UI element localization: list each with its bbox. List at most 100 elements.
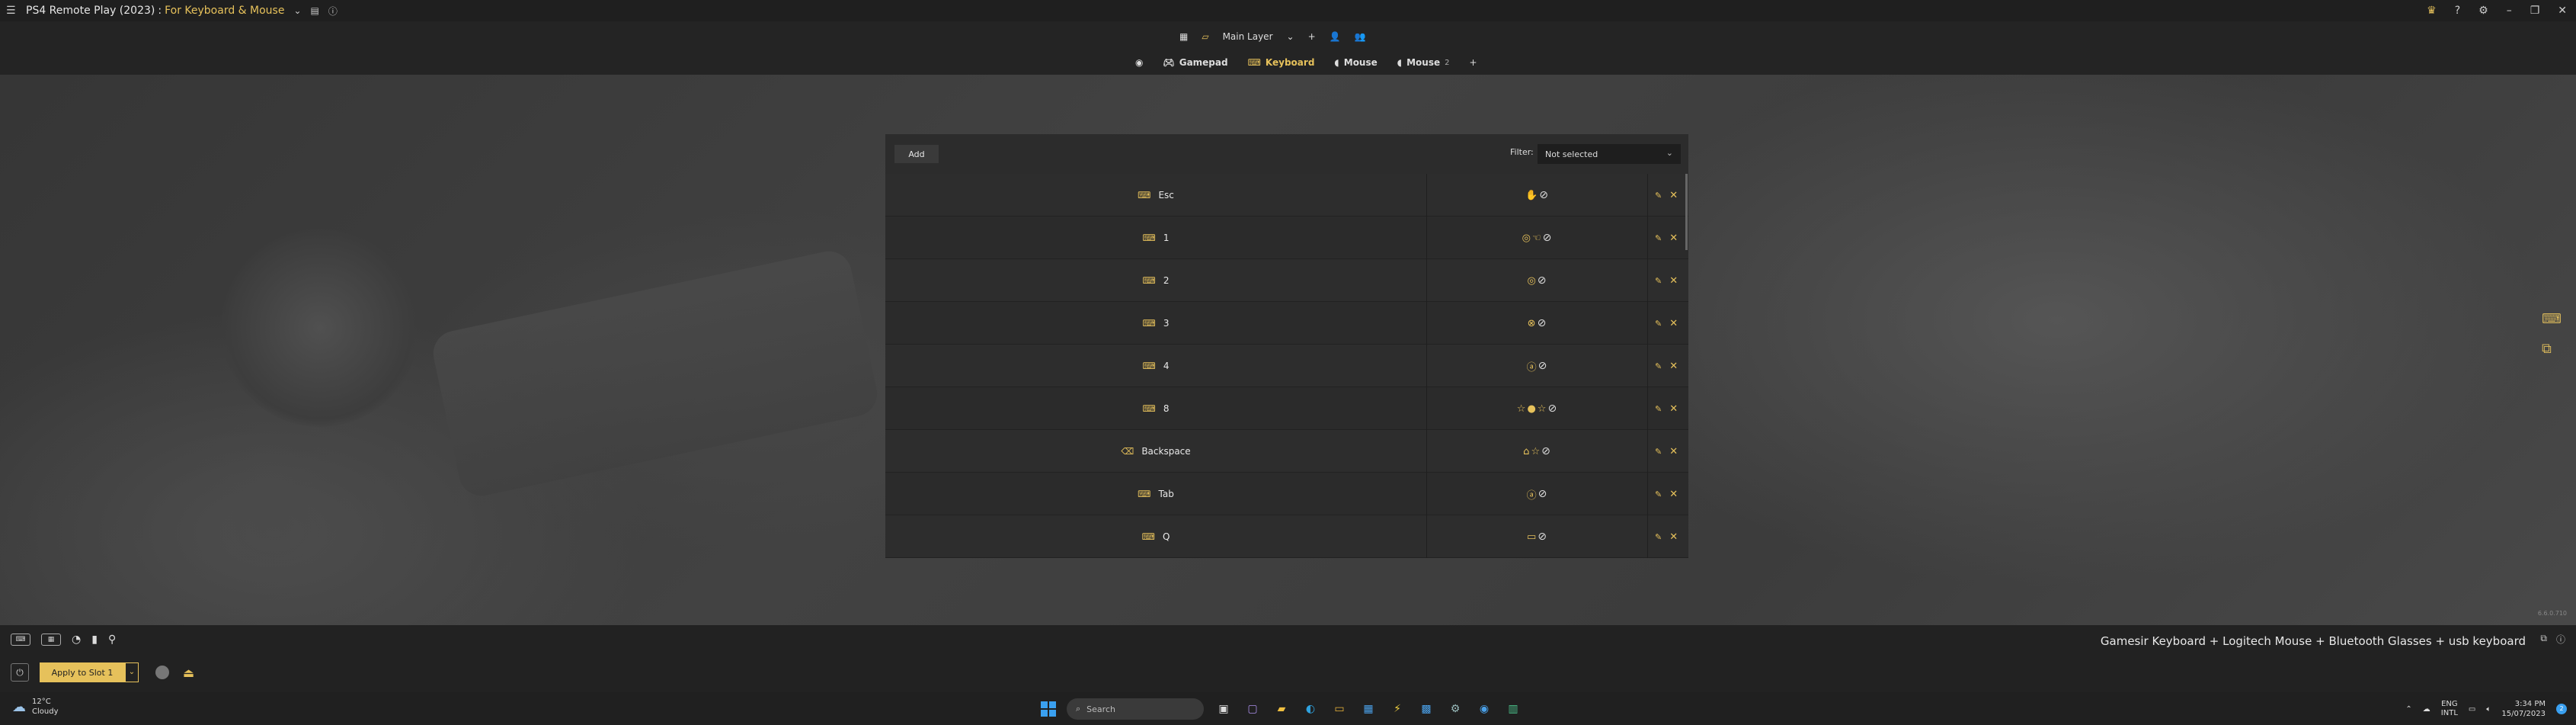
taskbar-search[interactable]: ⌕ Search	[1067, 698, 1204, 720]
tab-mouse[interactable]: ◖ Mouse	[1334, 57, 1377, 68]
remote-play-app-icon[interactable]: ▥	[1504, 700, 1522, 718]
delete-icon[interactable]: ✕	[1669, 233, 1678, 244]
table-row[interactable]: ⌨ Q ▭ ⊘ ✎ ✕	[885, 515, 1688, 558]
photoshop-icon[interactable]: ▩	[1417, 700, 1435, 718]
delete-icon[interactable]: ✕	[1669, 489, 1678, 500]
add-layer-button[interactable]: +	[1308, 31, 1316, 42]
edit-icon[interactable]: ✎	[1655, 489, 1662, 499]
chat-icon[interactable]: ▢	[1243, 700, 1262, 718]
maximize-icon[interactable]: ❐	[2530, 5, 2540, 17]
steam-icon[interactable]: ◉	[1475, 700, 1493, 718]
delete-icon[interactable]: ✕	[1669, 275, 1678, 287]
keyboard-overlay-icon[interactable]: ⌨	[2542, 311, 2562, 327]
scrollbar[interactable]	[1685, 174, 1688, 250]
chevron-up-icon[interactable]: ⌃	[2405, 705, 2411, 714]
edit-icon[interactable]: ✎	[1655, 532, 1662, 542]
tab-mouse-2[interactable]: ◖ Mouse 2	[1397, 57, 1450, 68]
delete-icon[interactable]: ✕	[1669, 531, 1678, 543]
source-key: ⌨ 2	[885, 259, 1426, 302]
chevron-down-icon[interactable]: ⌄	[1287, 31, 1294, 42]
pin-icon[interactable]: ▮	[91, 634, 98, 646]
weather-widget[interactable]: ☁ 12°C Cloudy	[12, 697, 58, 717]
mapping-list: ⌨ Esc ✋ ⊘ ✎ ✕ ⌨ 1 ◎ ☜ ⊘ ✎ ✕ ⌨ 2 ◎ ⊘ ✎ ✕ …	[885, 174, 1688, 558]
version-label: 6.6.0.710	[2537, 610, 2567, 617]
table-row[interactable]: ⌨ 1 ◎ ☜ ⊘ ✎ ✕	[885, 217, 1688, 259]
edit-icon[interactable]: ✎	[1655, 191, 1662, 200]
layer-name[interactable]: Main Layer	[1223, 31, 1273, 42]
table-row[interactable]: ⌨ 3 ⊗ ⊘ ✎ ✕	[885, 302, 1688, 345]
column-divider	[1647, 430, 1648, 473]
tab-gamepad[interactable]: 🎮︎ Gamepad	[1163, 57, 1227, 68]
config-list-icon[interactable]: ▤	[311, 5, 319, 16]
playstation-icon[interactable]: ⏏	[183, 666, 194, 680]
chevron-down-icon[interactable]: ⌄	[125, 662, 139, 682]
filter-select[interactable]: Not selected ⌄	[1538, 144, 1681, 164]
task-view-icon[interactable]: ▣	[1214, 700, 1233, 718]
cloud-tray-icon[interactable]: ☁	[2423, 705, 2430, 714]
speedometer-icon[interactable]: ◔	[72, 634, 81, 646]
delete-icon[interactable]: ✕	[1669, 361, 1678, 372]
table-row[interactable]: ⌨ Tab ⓐ ⊘ ✎ ✕	[885, 473, 1688, 515]
table-row[interactable]: ⌨ Esc ✋ ⊘ ✎ ✕	[885, 174, 1688, 217]
edit-icon[interactable]: ✎	[1655, 404, 1662, 414]
hamburger-icon[interactable]: ☰	[6, 5, 17, 17]
user-add-icon[interactable]: 👥	[1355, 31, 1366, 42]
grid-icon[interactable]: ▦	[1179, 31, 1188, 42]
file-explorer-icon[interactable]: ▰	[1272, 700, 1291, 718]
settings-app-icon[interactable]: ⚙	[1446, 700, 1464, 718]
layer-controls: ▦ ▱ Main Layer ⌄ + 👤 👥	[1179, 27, 1366, 46]
delete-icon[interactable]: ✕	[1669, 190, 1678, 201]
power-icon[interactable]: ⏻	[11, 663, 29, 682]
delete-icon[interactable]: ✕	[1669, 446, 1678, 457]
user-icon[interactable]: 👤	[1330, 31, 1341, 42]
windows-start-icon[interactable]	[1041, 701, 1056, 717]
language-indicator[interactable]: ENG INTL	[2441, 700, 2458, 718]
edit-icon[interactable]: ✎	[1655, 233, 1662, 243]
table-row[interactable]: ⌨ 8 ☆ ● ☆ ⊘ ✎ ✕	[885, 387, 1688, 430]
mapped-target: ⓐ ⊘	[1426, 345, 1647, 387]
table-row[interactable]: ⌨ 4 ⓐ ⊘ ✎ ✕	[885, 345, 1688, 387]
clock[interactable]: 3:34 PM 15/07/2023	[2501, 699, 2546, 719]
delete-icon[interactable]: ✕	[1669, 403, 1678, 415]
volume-icon[interactable]: 🔈︎	[2486, 705, 2491, 714]
edit-icon[interactable]: ✎	[1655, 361, 1662, 371]
notification-badge[interactable]: 2	[2556, 704, 2567, 714]
edit-icon[interactable]: ✎	[1655, 319, 1662, 329]
crown-icon[interactable]: ♛	[2427, 5, 2437, 17]
add-device-button[interactable]: +	[1469, 57, 1477, 68]
record-icon[interactable]	[155, 666, 169, 679]
store-icon[interactable]: ▦	[1359, 700, 1378, 718]
close-icon[interactable]: ✕	[2558, 5, 2567, 17]
config-name[interactable]: For Keyboard & Mouse	[165, 5, 284, 17]
pin-off-icon[interactable]: ⚲	[108, 634, 116, 646]
edit-icon[interactable]: ✎	[1655, 447, 1662, 457]
keyboard-mode-icon[interactable]: ⌨	[11, 634, 30, 646]
edit-icon[interactable]: ✎	[1655, 276, 1662, 286]
network-icon[interactable]: ▭	[2469, 705, 2475, 714]
tab-keyboard[interactable]: ⌨ Keyboard	[1248, 57, 1315, 68]
copy-icon[interactable]: ⧉	[2540, 633, 2547, 646]
table-row[interactable]: ⌫ Backspace ⌂ ☆ ⊘ ✎ ✕	[885, 430, 1688, 473]
disable-icon: ⊘	[1538, 531, 1547, 543]
info-icon[interactable]: ⓘ	[328, 5, 338, 18]
gamepad-icon: 🎮︎	[1163, 57, 1175, 68]
gamepad-overlay-icon[interactable]: ⧉	[2542, 341, 2562, 357]
chevron-down-icon[interactable]: ⌄	[293, 5, 301, 16]
delete-icon[interactable]: ✕	[1669, 318, 1678, 329]
settings-icon[interactable]: ⚙	[2478, 5, 2488, 17]
add-button[interactable]: Add	[894, 145, 939, 163]
bottom-right-icons: ⧉ ⓘ	[2540, 633, 2565, 646]
lightning-app-icon[interactable]: ⚡	[1388, 700, 1406, 718]
tab-label: Mouse	[1343, 57, 1378, 68]
edge-icon[interactable]: ◐	[1301, 700, 1320, 718]
gamepad-mode-icon[interactable]: ▦	[41, 634, 61, 646]
table-row[interactable]: ⌨ 2 ◎ ⊘ ✎ ✕	[885, 259, 1688, 302]
help-icon[interactable]: ?	[2455, 5, 2460, 17]
info-icon[interactable]: ⓘ	[2556, 633, 2565, 646]
folder-icon[interactable]: ▭	[1330, 700, 1349, 718]
mapped-target: ▭ ⊘	[1426, 515, 1647, 558]
target-icon: ⓐ	[1526, 489, 1537, 502]
apply-slot-button[interactable]: Apply to Slot 1	[40, 662, 125, 682]
eye-icon[interactable]: ◉	[1135, 57, 1143, 68]
minimize-icon[interactable]: –	[2507, 5, 2512, 17]
